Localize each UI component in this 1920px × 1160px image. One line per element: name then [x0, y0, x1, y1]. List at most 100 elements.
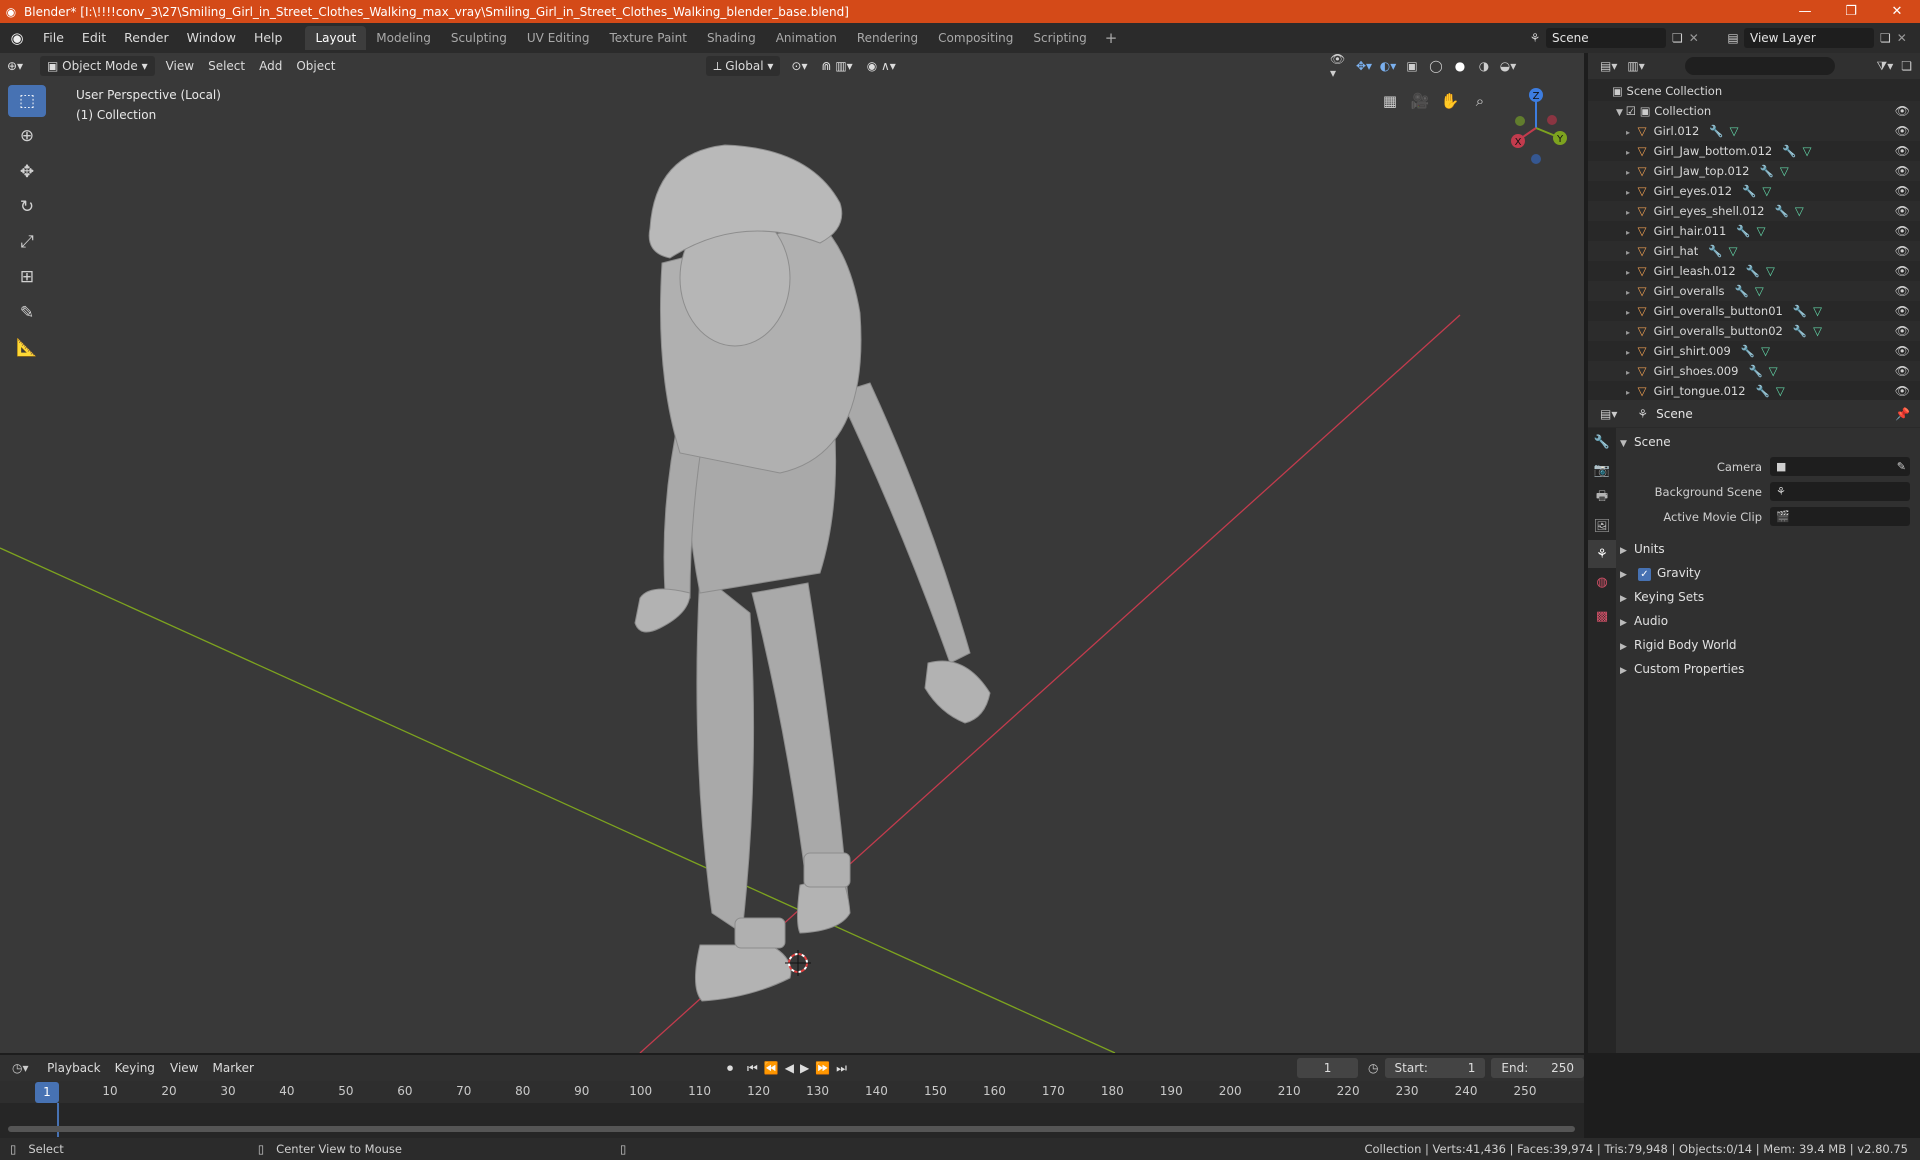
menu-select[interactable]: Select	[201, 56, 252, 76]
menu-keying[interactable]: Keying ▾	[108, 1058, 163, 1095]
mesh-data-icon[interactable]: ▽	[1766, 264, 1775, 278]
mesh-data-icon[interactable]: ▽	[1757, 224, 1766, 238]
output-tab-icon[interactable]: 🖶	[1588, 484, 1616, 512]
navigation-gizmo[interactable]: Z Y X	[1500, 83, 1580, 173]
overlay-toggle-icon[interactable]: ◐▾	[1378, 56, 1398, 76]
current-frame-field[interactable]: 1	[1296, 1058, 1359, 1078]
menu-marker[interactable]: Marker	[205, 1058, 260, 1078]
outliner-object-row[interactable]: ▸ ▽ Girl_hair.011 🔧 ▽ 👁	[1588, 221, 1920, 241]
menu-edit[interactable]: Edit	[73, 27, 115, 49]
menu-add[interactable]: Add	[252, 56, 289, 76]
audio-panel-header[interactable]: ▶ Audio	[1620, 609, 1918, 633]
move-tool-icon[interactable]: ✥	[8, 156, 46, 188]
expand-arrow-icon[interactable]: ▸	[1626, 208, 1630, 217]
collection-row[interactable]: ▼ ☑ ▣ Collection 👁	[1588, 101, 1920, 121]
expand-arrow-icon[interactable]: ▸	[1626, 128, 1630, 137]
annotate-tool-icon[interactable]: ✎	[8, 297, 46, 329]
eyedropper-icon[interactable]: ✎	[1897, 457, 1906, 476]
eye-icon[interactable]: 👁	[1895, 101, 1910, 121]
view-layer-tab-icon[interactable]: 🖼	[1588, 512, 1616, 540]
outliner-object-row[interactable]: ▸ ▽ Girl_Jaw_top.012 🔧 ▽ 👁	[1588, 161, 1920, 181]
gravity-panel-header[interactable]: ▶ ✓ Gravity	[1620, 561, 1918, 585]
modifier-icon[interactable]: 🔧	[1782, 144, 1796, 158]
proportional-edit-icon[interactable]: ◉ ∧▾	[860, 56, 903, 76]
pivot-point-icon[interactable]: ⊙▾	[784, 56, 814, 76]
modifier-icon[interactable]: 🔧	[1756, 384, 1770, 398]
record-icon[interactable]: ⏺	[727, 1061, 733, 1076]
outliner-search-input[interactable]	[1684, 57, 1835, 75]
mode-selector[interactable]: ▣ Object Mode ▾	[40, 56, 155, 76]
mesh-data-icon[interactable]: ▽	[1803, 144, 1812, 158]
modifier-icon[interactable]: 🔧	[1760, 164, 1774, 178]
camera-view-icon[interactable]: 🎥	[1408, 89, 1432, 113]
play-icon[interactable]: ▶	[800, 1061, 809, 1076]
expand-arrow-icon[interactable]: ▸	[1626, 288, 1630, 297]
rigid-body-world-panel-header[interactable]: ▶ Rigid Body World	[1620, 633, 1918, 657]
gizmo-toggle-icon[interactable]: ✥▾	[1354, 56, 1374, 76]
jump-end-icon[interactable]: ⏭	[836, 1061, 847, 1076]
menu-playback[interactable]: Playback ▾	[40, 1058, 108, 1095]
cursor-tool-icon[interactable]: ⊕	[8, 120, 46, 152]
mesh-data-icon[interactable]: ▽	[1795, 204, 1804, 218]
expand-arrow-icon[interactable]: ▸	[1626, 308, 1630, 317]
mesh-data-icon[interactable]: ▽	[1761, 344, 1770, 358]
active-movie-clip-field[interactable]: 🎬	[1770, 507, 1910, 526]
transform-tool-icon[interactable]: ⊞	[8, 261, 46, 293]
tab-sculpting[interactable]: Sculpting	[441, 26, 517, 50]
modifier-icon[interactable]: 🔧	[1742, 184, 1756, 198]
tab-texture-paint[interactable]: Texture Paint	[600, 26, 697, 50]
outliner-object-row[interactable]: ▸ ▽ Girl_hat 🔧 ▽ 👁	[1588, 241, 1920, 261]
expand-arrow-icon[interactable]: ▸	[1626, 228, 1630, 237]
eye-icon[interactable]: 👁	[1895, 361, 1910, 381]
xray-icon[interactable]: ▣	[1402, 56, 1422, 76]
background-scene-field[interactable]: ⚘	[1770, 482, 1910, 501]
new-scene-icon[interactable]: ❏	[1672, 31, 1683, 45]
blender-menu-icon[interactable]: ◉	[0, 23, 34, 53]
solid-shading-icon[interactable]: ●	[1450, 56, 1470, 76]
eye-icon[interactable]: 👁	[1895, 201, 1910, 221]
menu-help[interactable]: Help	[245, 27, 292, 49]
mesh-data-icon[interactable]: ▽	[1769, 364, 1778, 378]
expand-arrow-icon[interactable]: ▸	[1626, 188, 1630, 197]
measure-tool-icon[interactable]: 📐	[8, 332, 46, 364]
add-workspace-button[interactable]: +	[1097, 29, 1126, 47]
tab-modeling[interactable]: Modeling	[366, 26, 441, 50]
texture-tab-icon[interactable]: ▩	[1588, 602, 1616, 630]
eye-icon[interactable]: 👁	[1895, 381, 1910, 401]
menu-object[interactable]: Object	[289, 56, 342, 76]
rotate-tool-icon[interactable]: ↻	[8, 191, 46, 223]
eye-icon[interactable]: 👁	[1895, 121, 1910, 141]
snap-icon[interactable]: ⋒ ▥▾	[814, 56, 859, 76]
frame-ruler[interactable]: 10 20 30 40 50 60 70 80 90 100 110 120 130 140 150 160 1…	[0, 1081, 1584, 1103]
eye-icon[interactable]: 👁	[1895, 341, 1910, 361]
mesh-data-icon[interactable]: ▽	[1730, 124, 1739, 138]
outliner-object-row[interactable]: ▸ ▽ Girl_overalls_button02 🔧 ▽ 👁	[1588, 321, 1920, 341]
expand-arrow-icon[interactable]: ▸	[1626, 328, 1630, 337]
zoom-view-icon[interactable]: ⌕	[1468, 89, 1492, 113]
current-frame-indicator[interactable]: 1	[35, 1082, 59, 1103]
view-layer-icon[interactable]: ▤	[1722, 31, 1744, 45]
timeline-editor-icon[interactable]: ◷▾	[12, 1061, 40, 1075]
eye-icon[interactable]: 👁	[1895, 181, 1910, 201]
outliner-object-row[interactable]: ▸ ▽ Girl.012 🔧 ▽ 👁	[1588, 121, 1920, 141]
eye-icon[interactable]: 👁	[1895, 221, 1910, 241]
filter-icon[interactable]: ⧩▾	[1877, 59, 1894, 74]
modifier-icon[interactable]: 🔧	[1775, 204, 1789, 218]
mesh-data-icon[interactable]: ▽	[1780, 164, 1789, 178]
expand-arrow-icon[interactable]: ▸	[1626, 248, 1630, 257]
expand-arrow-icon[interactable]: ▸	[1626, 268, 1630, 277]
expand-arrow-icon[interactable]: ▸	[1626, 148, 1630, 157]
camera-field[interactable]: ■ ✎	[1770, 457, 1910, 476]
mesh-data-icon[interactable]: ▽	[1755, 284, 1764, 298]
modifier-icon[interactable]: 🔧	[1735, 284, 1749, 298]
tab-rendering[interactable]: Rendering	[847, 26, 928, 50]
delete-scene-icon[interactable]: ✕	[1689, 31, 1699, 45]
outliner-object-row[interactable]: ▸ ▽ Girl_eyes_shell.012 🔧 ▽ 👁	[1588, 201, 1920, 221]
outliner-object-row[interactable]: ▸ ▽ Girl_overalls 🔧 ▽ 👁	[1588, 281, 1920, 301]
close-button[interactable]: ✕	[1874, 0, 1920, 23]
mesh-data-icon[interactable]: ▽	[1729, 244, 1738, 258]
jump-keyframe-forward-icon[interactable]: ⏩	[815, 1061, 830, 1076]
menu-file[interactable]: File	[34, 27, 73, 49]
mesh-data-icon[interactable]: ▽	[1776, 384, 1785, 398]
end-frame-field[interactable]: End: 250	[1491, 1058, 1584, 1078]
